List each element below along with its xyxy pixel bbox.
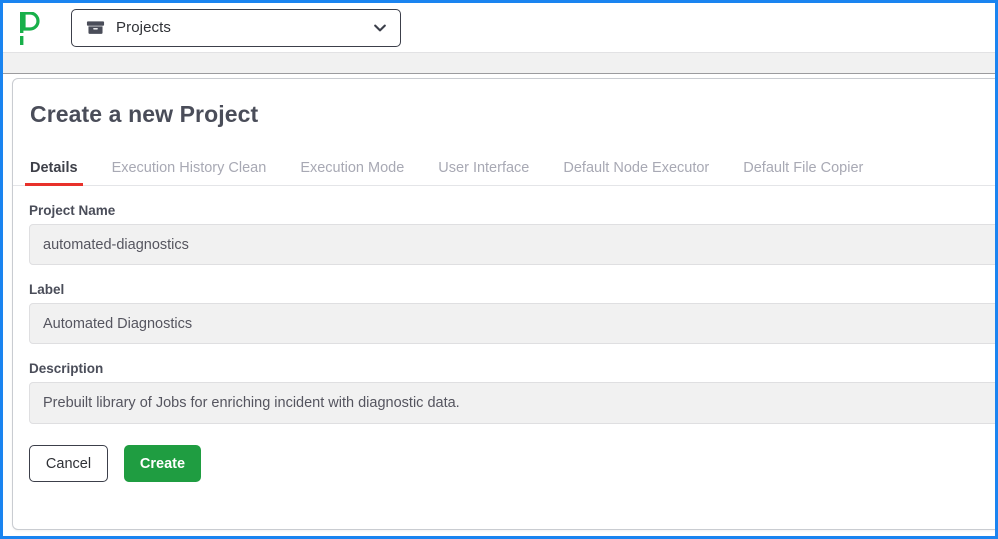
browser-viewport: Projects Create a new Project Details Ex… [0, 0, 998, 539]
tab-execution-mode[interactable]: Execution Mode [300, 160, 404, 185]
project-name-input[interactable]: automated-diagnostics [29, 224, 995, 265]
rundeck-p-logo-icon[interactable] [12, 8, 46, 48]
project-selector-dropdown[interactable]: Projects [71, 8, 401, 47]
project-name-label: Project Name [29, 203, 116, 218]
label-input[interactable]: Automated Diagnostics [29, 303, 995, 344]
project-selector-label: Projects [116, 19, 171, 36]
cancel-button[interactable]: Cancel [29, 445, 108, 482]
create-button[interactable]: Create [124, 445, 201, 482]
form-actions: Cancel Create [29, 445, 995, 482]
tab-execution-history-clean[interactable]: Execution History Clean [112, 160, 267, 185]
create-project-card: Create a new Project Details Execution H… [12, 78, 995, 530]
settings-tabs: Details Execution History Clean Executio… [13, 149, 995, 186]
tab-default-file-copier[interactable]: Default File Copier [743, 160, 863, 185]
top-navbar: Projects [3, 3, 995, 52]
label-field-label: Label [29, 282, 65, 297]
description-input[interactable]: Prebuilt library of Jobs for enriching i… [29, 382, 995, 424]
tab-user-interface[interactable]: User Interface [438, 160, 529, 185]
chevron-down-icon[interactable] [372, 20, 388, 36]
tab-details[interactable]: Details [25, 160, 83, 186]
page-divider-strip [3, 52, 995, 74]
description-label: Description [29, 361, 104, 376]
box-archive-icon [86, 21, 105, 34]
page-title: Create a new Project [30, 101, 259, 127]
tab-default-node-executor[interactable]: Default Node Executor [563, 160, 709, 185]
project-details-form: Project Name automated-diagnostics Label… [13, 203, 995, 482]
